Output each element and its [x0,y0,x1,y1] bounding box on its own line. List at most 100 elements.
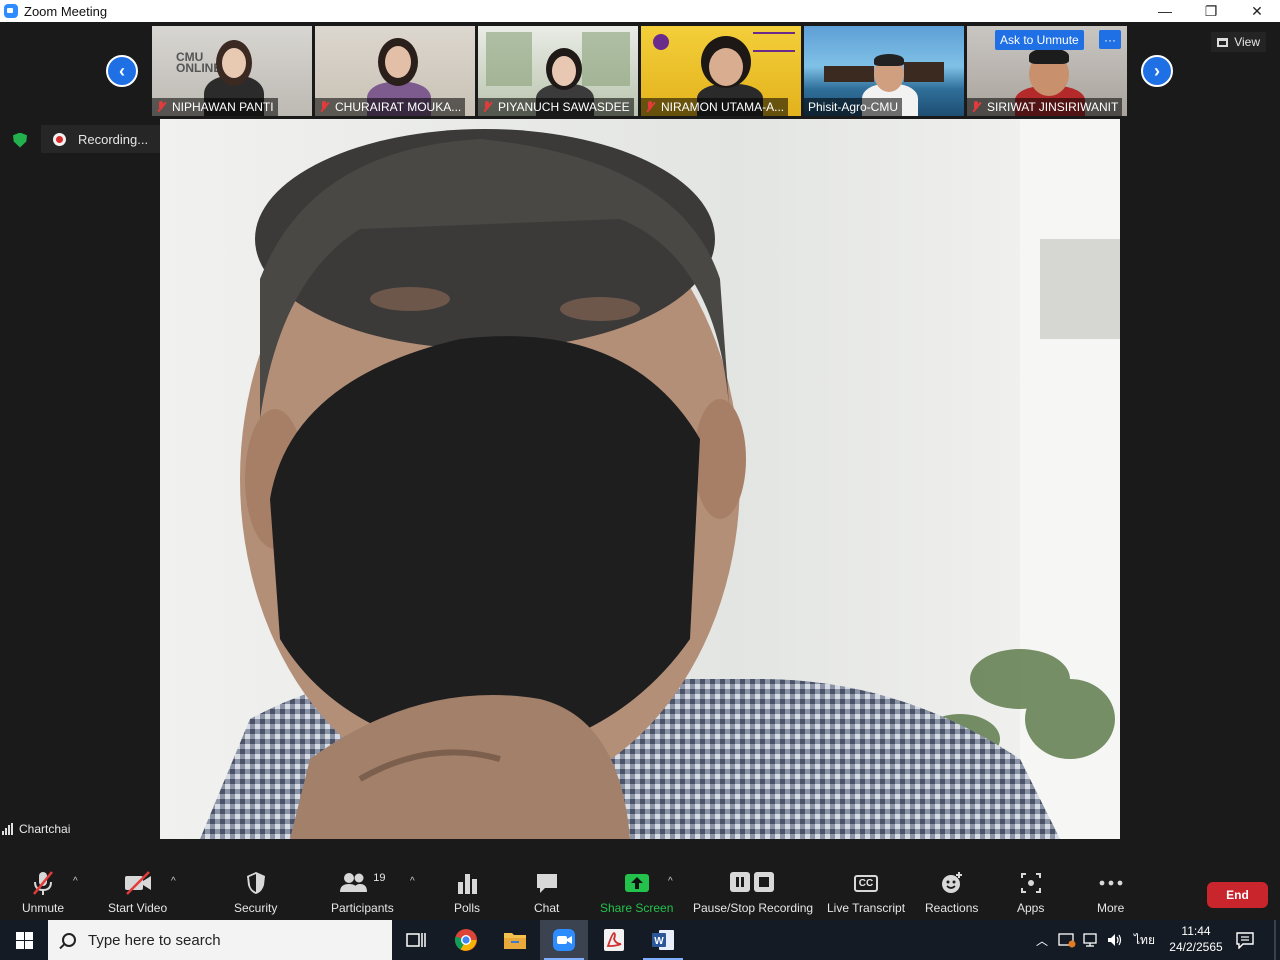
security-shield-icon[interactable] [10,130,30,150]
mic-muted-icon [971,101,981,113]
participant-name: SIRIWAT JINSIRIWANIT [967,98,1123,116]
mic-muted-icon [156,101,166,113]
chevron-right-icon: › [1154,60,1160,81]
folder-icon [504,933,526,949]
tile-more-options-button[interactable]: ··· [1099,30,1121,49]
participants-button[interactable]: 19 Participants [331,870,394,915]
cmu-online-logo: CMU ONLINE [176,50,222,75]
video-off-icon [123,870,153,896]
task-view-icon [406,933,426,947]
show-desktop-button[interactable] [1274,920,1276,960]
share-screen-button[interactable]: Share Screen [600,870,673,915]
zoom-app-icon [4,4,18,18]
chat-icon [535,870,559,896]
show-hidden-icons-icon[interactable]: ︿ [1036,932,1048,949]
ellipsis-icon [1098,870,1124,896]
window-title-bar: Zoom Meeting — ❐ ✕ [0,0,1280,22]
reactions-button[interactable]: Reactions [925,870,978,915]
notification-center-button[interactable] [1223,920,1267,960]
window-background [582,32,630,86]
participants-count: 19 [373,872,386,884]
recording-status-text: Recording... [78,131,149,147]
participant-tile[interactable]: PIYANUCH SAWASDEE [478,26,638,116]
video-options-caret[interactable]: ^ [171,876,176,887]
task-view-button[interactable] [392,920,440,960]
participant-name: PIYANUCH SAWASDEE [478,98,634,116]
system-clock[interactable]: 11:44 24/2/2565 [1166,923,1226,955]
smiley-plus-icon [939,870,965,896]
window-background [486,32,532,86]
windows-taskbar: Type here to search W ︿ ไทย 11:44 24/2/2… [0,920,1280,960]
audio-options-caret[interactable]: ^ [73,876,78,887]
apps-button[interactable]: Apps [1017,870,1044,915]
unmute-button[interactable]: Unmute [22,870,64,915]
zoom-icon [553,929,575,951]
security-button[interactable]: Security [234,870,277,915]
pdf-icon [604,929,624,951]
participant-tile[interactable]: Ask to Unmute ··· SIRIWAT JINSIRIWANIT [967,26,1127,116]
network-signal-icon [2,823,13,835]
university-logo [653,34,669,50]
mic-muted-icon [482,101,492,113]
start-video-button[interactable]: Start Video [108,870,167,915]
participant-tile[interactable]: CMU ONLINE NIPHAWAN PANTI [152,26,312,116]
apps-icon [1019,870,1043,896]
participant-tile[interactable]: NIRAMON UTAMA-A... [641,26,801,116]
pause-stop-icon [728,870,778,896]
view-button[interactable]: View [1211,32,1266,52]
live-transcript-button[interactable]: CC Live Transcript [827,870,905,915]
mic-muted-icon [319,101,329,113]
clock-time: 11:44 [1181,924,1211,938]
participants-options-caret[interactable]: ^ [410,876,415,887]
share-options-caret[interactable]: ^ [668,876,673,887]
polls-icon [456,870,478,896]
taskbar-word[interactable]: W [639,920,687,960]
participant-name: NIRAMON UTAMA-A... [641,98,789,116]
ask-to-unmute-button[interactable]: Ask to Unmute [995,30,1084,50]
security-tray-icon[interactable] [1058,932,1076,948]
restore-button[interactable]: ❐ [1188,0,1234,22]
participant-hair [874,54,904,66]
participant-face [552,56,576,86]
recording-indicator: Recording... [41,125,163,153]
grid-view-icon [1217,37,1229,47]
end-meeting-button[interactable]: End [1207,882,1268,908]
active-speaker-label: Chartchai [0,819,77,839]
participant-tile[interactable]: Phisit-Agro-CMU [804,26,964,116]
record-dot-icon [53,132,66,146]
search-icon [62,933,76,947]
participant-face [222,48,246,78]
close-button[interactable]: ✕ [1234,0,1280,22]
participant-face [385,46,411,78]
minimize-button[interactable]: — [1142,0,1188,22]
taskbar-zoom[interactable] [540,920,588,960]
search-placeholder: Type here to search [88,931,221,949]
window-title: Zoom Meeting [24,3,108,19]
taskbar-file-explorer[interactable] [491,920,539,960]
taskbar-acrobat[interactable] [590,920,638,960]
start-button[interactable] [0,920,48,960]
speaker-video-frame [160,119,1120,839]
meeting-area: ‹ › CMU ONLINE NIPHAWAN PANTI CHURAIRAT M… [0,22,1280,920]
participant-strip: CMU ONLINE NIPHAWAN PANTI CHURAIRAT MOUKA… [152,26,1127,116]
input-language[interactable]: ไทย [1134,931,1155,950]
gallery-next-button[interactable]: › [1141,55,1173,87]
more-button[interactable]: More [1097,870,1124,915]
pause-stop-recording-button[interactable]: Pause/Stop Recording [693,870,813,915]
participant-name: CHURAIRAT MOUKA... [315,98,466,116]
volume-icon[interactable] [1106,932,1124,948]
pier-background [904,62,944,82]
network-icon[interactable] [1082,932,1100,948]
svg-text:W: W [654,936,664,947]
share-screen-icon [624,870,650,896]
taskbar-search-box[interactable]: Type here to search [48,920,392,960]
participant-hair [1029,48,1069,64]
system-tray: ︿ ไทย [1036,920,1155,960]
chrome-icon [455,929,477,951]
gallery-prev-button[interactable]: ‹ [106,55,138,87]
participant-tile[interactable]: CHURAIRAT MOUKA... [315,26,475,116]
participant-name: NIPHAWAN PANTI [152,98,278,116]
chat-button[interactable]: Chat [534,870,559,915]
taskbar-chrome[interactable] [442,920,490,960]
polls-button[interactable]: Polls [454,870,480,915]
